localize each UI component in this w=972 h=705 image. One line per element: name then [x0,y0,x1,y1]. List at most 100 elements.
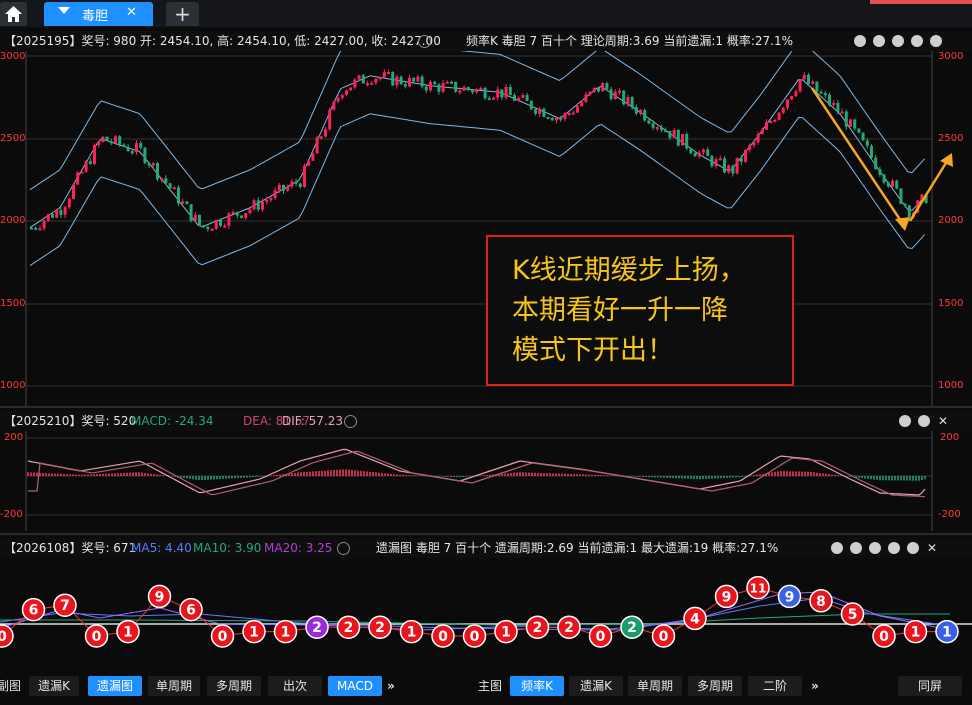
down-icon[interactable] [888,542,900,554]
candle-body [588,91,592,95]
omission-toolbar: ✕ [824,538,937,558]
omission-ball-label: 2 [344,620,354,636]
btn-macd[interactable]: MACD [328,676,382,696]
pin-icon[interactable] [831,542,843,554]
btn-second-order[interactable]: 二阶 [748,676,802,696]
candle-body [492,97,495,100]
candle-body [815,81,819,92]
candle-body [756,134,760,143]
candle-body [676,129,680,146]
edit-icon[interactable] [854,35,866,47]
macd-chart[interactable] [0,431,972,531]
btn-multi-period[interactable]: 多周期 [207,676,261,696]
close-icon[interactable]: ✕ [938,414,948,428]
settings-icon[interactable] [918,415,930,427]
btn-omission-chart[interactable]: 遗漏图 [88,676,142,696]
settings-icon[interactable] [907,542,919,554]
candle-body [760,129,764,135]
more-left-icon[interactable]: » [384,676,398,696]
y-tick: 2500 [938,133,964,144]
candle-body [802,74,806,80]
candle-body [689,148,693,154]
home-tab[interactable] [0,2,27,26]
pane-divider[interactable] [0,533,972,535]
candle-body [454,81,458,92]
omission-ball-label: 9 [155,589,165,605]
ma20-value: MA20: 3.25 [264,541,333,555]
candle-body [618,90,621,93]
candle-body [613,91,617,100]
candle-body [769,121,773,124]
pane-divider[interactable] [0,406,972,408]
btn-subchart[interactable]: 副图 [0,676,22,696]
candle-body [395,76,399,86]
y-tick: 2500 [0,133,26,144]
candle-body [30,227,33,230]
help-icon[interactable] [418,35,431,48]
candle-body [811,81,815,84]
candle-body [319,136,323,139]
candle-body [672,129,676,138]
candle-body [739,157,743,162]
candle-body [227,213,231,226]
add-tab-button[interactable]: + [166,2,199,26]
home-icon [5,6,22,22]
down-icon[interactable] [911,35,923,47]
btn-multi-period-main[interactable]: 多周期 [688,676,742,696]
pin-icon[interactable] [899,415,911,427]
candle-body [198,214,201,226]
tab-dudan[interactable]: 毒胆 ✕ [44,2,153,26]
omission-ball-label: 1 [123,625,133,641]
candle-body [181,201,185,204]
macd-toolbar: ✕ [892,411,948,431]
candle-body [765,122,768,130]
omission-ball-label: 8 [816,594,826,610]
candle-body [882,174,886,183]
candle-body [122,144,126,147]
candle-body [366,83,369,86]
undo-icon[interactable] [850,542,862,554]
candle-body [72,184,75,199]
help-icon[interactable] [344,415,357,428]
omission-chart[interactable]: 06 70 1960 1 1 2 2 2 1 0 0 1 2 202049119 850 1 1 [0,558,972,672]
candle-body [886,182,890,187]
close-icon[interactable]: ✕ [927,541,937,555]
more-right-icon[interactable]: » [808,676,822,696]
candle-body [517,97,521,101]
omission-ball-label: 9 [785,589,795,605]
candle-body [605,83,609,90]
candle-body [534,109,537,114]
candle-body [114,136,117,144]
btn-omission-k[interactable]: 遗漏K [29,676,79,696]
up-icon[interactable] [869,542,881,554]
undo-icon[interactable] [873,35,885,47]
candle-body [697,152,701,157]
candle-body [424,86,428,91]
btn-single-period-main[interactable]: 单周期 [628,676,682,696]
candle-body [151,163,155,166]
btn-frequency-k[interactable]: 频率K [510,676,564,696]
btn-main-chart[interactable]: 主图 [474,676,506,696]
dropdown-icon[interactable] [58,7,70,14]
candle-body [378,77,382,80]
omission-ball-label: 1 [407,625,417,641]
candle-body [55,210,59,218]
candle-body [332,101,336,110]
btn-sync-screen[interactable]: 同屏 [898,676,962,696]
candle-body [840,111,844,114]
up-icon[interactable] [892,35,904,47]
candle-body [513,95,516,101]
btn-omission-k-main[interactable]: 遗漏K [569,676,623,696]
candle-body [189,204,193,221]
candle-body [277,184,281,191]
close-tab-icon[interactable]: ✕ [126,5,137,20]
candle-body [542,108,546,118]
btn-times[interactable]: 出次 [268,676,322,696]
btn-single-period[interactable]: 单周期 [148,676,200,696]
candle-body [382,72,386,78]
help-icon[interactable] [337,542,350,555]
omission-ball-label: 1 [281,625,291,641]
settings-icon[interactable] [930,35,942,47]
y-tick: 3000 [0,51,26,62]
annotation-line: 模式下开出！ [512,335,674,366]
